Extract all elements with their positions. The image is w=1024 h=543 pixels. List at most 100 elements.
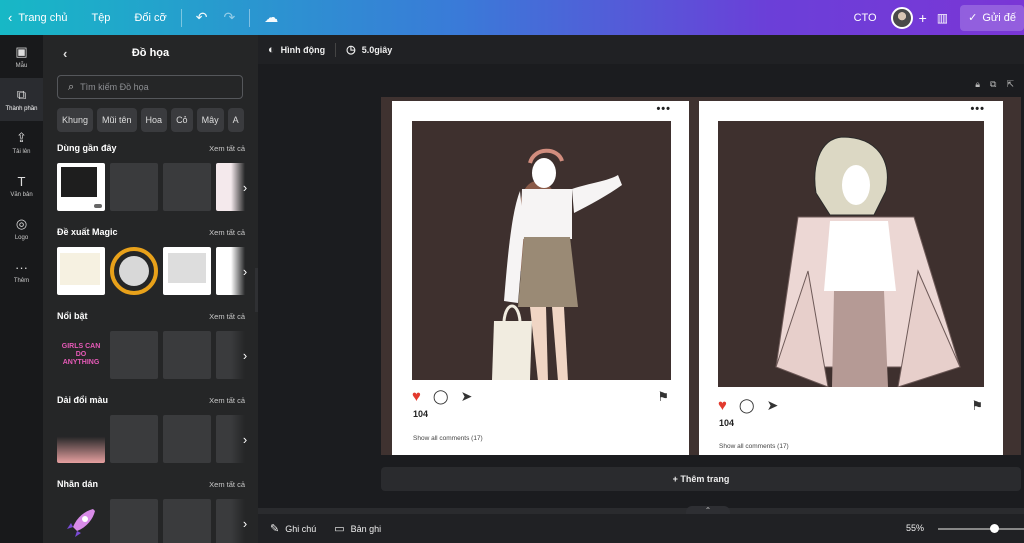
- chevron-right-icon[interactable]: ›: [231, 499, 258, 543]
- back-icon[interactable]: ‹: [63, 46, 67, 61]
- rail-item-text[interactable]: T Văn bản: [0, 164, 43, 207]
- comment-icon[interactable]: ◯: [433, 388, 449, 405]
- gradient-thumb[interactable]: [57, 415, 105, 463]
- heart-icon[interactable]: ♥: [412, 388, 421, 405]
- share-icon[interactable]: ⇱: [1006, 79, 1014, 90]
- rail-item-templates[interactable]: ▣ Mẫu: [0, 35, 43, 78]
- graphic-thumb[interactable]: [163, 163, 211, 211]
- graphic-thumb[interactable]: [110, 415, 158, 463]
- see-all-link[interactable]: Xem tất cả: [209, 312, 245, 321]
- clock-icon: ◷: [346, 44, 356, 56]
- instagram-frame-thumb[interactable]: [57, 163, 105, 211]
- section-row: ›: [57, 247, 258, 295]
- page-tools: 🔒︎ ⧉ ⇱: [975, 79, 1014, 90]
- elements-panel: ‹ Đồ họa ⌕ Tìm kiếm Đồ họa Khung Mũi tên…: [43, 35, 258, 543]
- send-icon[interactable]: ➤: [461, 388, 473, 405]
- rocket-sticker-thumb[interactable]: [57, 499, 105, 543]
- avatar[interactable]: [890, 6, 913, 29]
- see-all-link[interactable]: Xem tất cả: [209, 144, 245, 153]
- zoom-slider[interactable]: [938, 524, 1024, 533]
- chip-flower[interactable]: Hoa: [140, 108, 168, 132]
- graphic-thumb[interactable]: [110, 331, 158, 379]
- lock-icon[interactable]: 🔒︎: [975, 79, 980, 90]
- see-all-link[interactable]: Xem tất cả: [209, 480, 245, 489]
- rail-item-more[interactable]: ··· Thêm: [0, 250, 43, 293]
- home-button[interactable]: ‹ Trang chủ: [0, 0, 75, 35]
- bookmark-icon[interactable]: ⚑: [657, 389, 669, 405]
- instagram-post-thumb[interactable]: [57, 247, 105, 295]
- rail-item-uploads[interactable]: ⇪ Tải lên: [0, 121, 43, 164]
- chip-more[interactable]: A: [227, 108, 244, 132]
- home-label: Trang chủ: [18, 11, 68, 24]
- add-collaborator-icon[interactable]: +: [919, 10, 927, 26]
- see-all-link[interactable]: Xem tất cả: [209, 396, 245, 405]
- zoom-level[interactable]: 55%: [906, 523, 924, 533]
- graphic-thumb[interactable]: [163, 415, 211, 463]
- notes-button[interactable]: ✎ Ghi chú: [270, 522, 316, 535]
- rocket-icon: [67, 509, 95, 537]
- top-bar: ‹ Trang chủ Tệp Đổi cỡ ↶ ↷ ☁ CTO + ▥ ✓ G…: [0, 0, 1024, 35]
- design-canvas[interactable]: ••• ♥ ◯ ➤ ⚑ 104 Show all comments (17) •…: [381, 97, 1021, 455]
- text-icon: T: [17, 173, 26, 189]
- graphic-thumb[interactable]: [163, 499, 211, 543]
- instagram-post-card[interactable]: ••• ♥ ◯ ➤ ⚑ 104 Show all comments (17): [392, 101, 689, 455]
- post-photo[interactable]: [412, 121, 671, 380]
- insights-icon[interactable]: ▥: [937, 11, 948, 25]
- redo-icon[interactable]: ↷: [215, 9, 243, 26]
- section-row: ›: [57, 163, 258, 211]
- logo-icon: ◎: [15, 216, 28, 231]
- section-row: ›: [57, 415, 258, 463]
- send-button[interactable]: ✓ Gửi đế: [960, 4, 1024, 31]
- show-comments-link[interactable]: Show all comments (17): [719, 443, 789, 450]
- heart-icon[interactable]: ♥: [718, 397, 727, 414]
- comment-icon[interactable]: ◯: [739, 397, 755, 414]
- graphic-thumb[interactable]: [163, 331, 211, 379]
- section-stickers: Nhãn dán Xem tất cả ›: [57, 477, 258, 543]
- chevron-right-icon[interactable]: ›: [231, 247, 258, 295]
- chip-arrow[interactable]: Mũi tên: [97, 108, 137, 132]
- topbar-right: CTO + ▥ ✓ Gửi đế: [854, 0, 1024, 35]
- section-title: Nổi bật: [57, 311, 88, 321]
- chip-grass[interactable]: Cỏ: [171, 108, 193, 132]
- search-input[interactable]: ⌕ Tìm kiếm Đồ họa: [57, 75, 243, 99]
- story-ring-thumb[interactable]: [110, 247, 158, 295]
- instagram-post-thumb[interactable]: [163, 247, 211, 295]
- post-photo[interactable]: [718, 121, 984, 387]
- post-actions: ♥ ◯ ➤: [412, 388, 472, 405]
- category-chips: Khung Mũi tên Hoa Cỏ Mây A: [57, 108, 258, 132]
- undo-icon[interactable]: ↶: [188, 9, 216, 26]
- chip-cloud[interactable]: Mây: [196, 108, 224, 132]
- graphic-thumb[interactable]: [110, 499, 158, 543]
- graphic-thumb[interactable]: [110, 163, 158, 211]
- section-header: Dải đổi màu Xem tất cả: [57, 393, 245, 407]
- rail-item-elements[interactable]: ⧉ Thành phần: [0, 78, 43, 121]
- show-comments-link[interactable]: Show all comments (17): [413, 435, 483, 442]
- resize-button[interactable]: Đổi cỡ: [126, 0, 174, 35]
- sticker-text-thumb[interactable]: GIRLS CAN DO ANYTHING: [57, 331, 105, 379]
- chevron-right-icon[interactable]: ›: [231, 415, 258, 463]
- cloud-save-icon[interactable]: ☁: [256, 9, 286, 26]
- chevron-right-icon[interactable]: ›: [231, 163, 258, 211]
- toolbar-divider: [180, 8, 182, 27]
- animate-button[interactable]: Hình động: [281, 45, 326, 55]
- send-label: Gửi đế: [982, 11, 1016, 24]
- zoom-slider-knob[interactable]: [990, 524, 999, 533]
- recording-button[interactable]: ▭ Bản ghi: [334, 522, 381, 535]
- rail-item-logo[interactable]: ◎ Logo: [0, 207, 43, 250]
- duplicate-icon[interactable]: ⧉: [990, 79, 996, 90]
- instagram-post-card[interactable]: ••• ♥ ◯ ➤ ⚑ 104 Show all comments (17): [699, 101, 1003, 455]
- add-page-button[interactable]: + Thêm trang: [381, 467, 1021, 491]
- section-recent: Dùng gần đây Xem tất cả ›: [57, 141, 258, 211]
- send-icon[interactable]: ➤: [767, 397, 779, 414]
- team-label[interactable]: CTO: [854, 12, 877, 24]
- bookmark-icon[interactable]: ⚑: [971, 398, 983, 414]
- more-options-icon[interactable]: •••: [970, 103, 985, 115]
- file-menu-button[interactable]: Tệp: [83, 0, 118, 35]
- rail-label: Văn bản: [10, 191, 33, 198]
- see-all-link[interactable]: Xem tất cả: [209, 228, 245, 237]
- chevron-right-icon[interactable]: ›: [231, 331, 258, 379]
- more-options-icon[interactable]: •••: [656, 103, 671, 115]
- duration-button[interactable]: 5.0giây: [362, 45, 393, 55]
- chip-frame[interactable]: Khung: [57, 108, 94, 132]
- section-magic: Đề xuất Magic Xem tất cả ›: [57, 225, 258, 295]
